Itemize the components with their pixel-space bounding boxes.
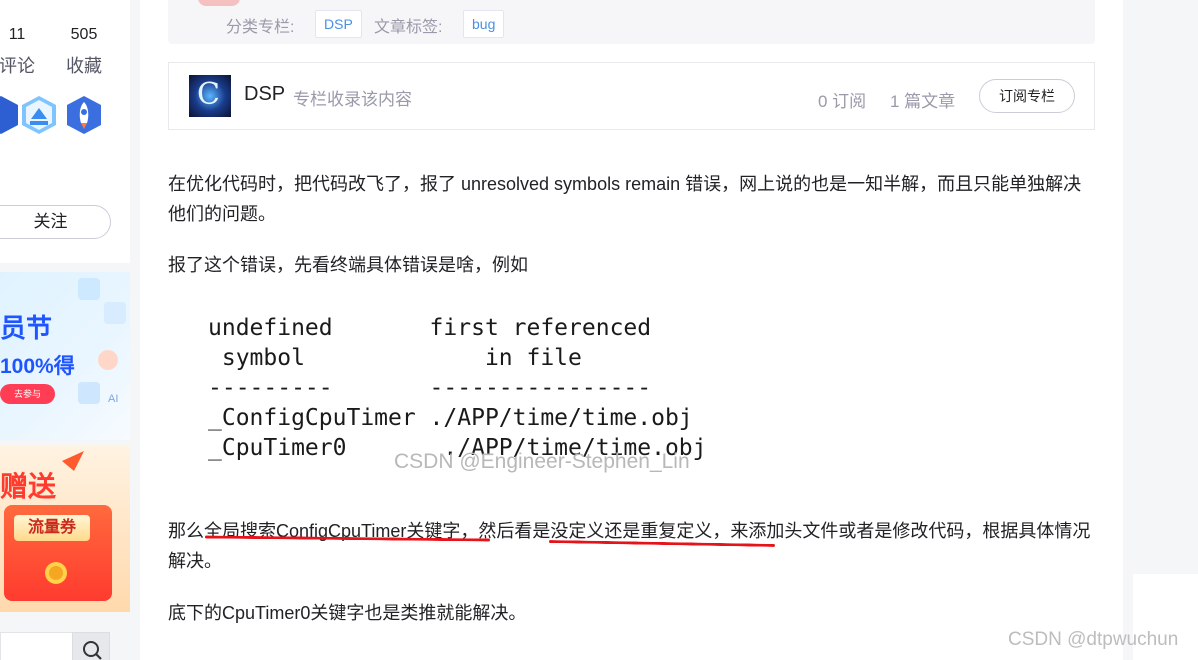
tag-label: 文章标签:: [374, 19, 443, 36]
rocket-badge-icon[interactable]: [65, 95, 103, 135]
article-main: 分类专栏: DSP 文章标签: bug C DSP 专栏收录该内容 0 订阅 1…: [140, 0, 1123, 660]
article-paragraph-1: 在优化代码时，把代码改飞了，报了 unresolved symbols rema…: [168, 174, 1082, 224]
search-icon: [83, 641, 102, 660]
column-tag[interactable]: DSP: [315, 10, 362, 38]
comments-label: 评论: [0, 56, 35, 76]
promo-1-title: 员节: [0, 313, 53, 343]
promo-1-join-button[interactable]: 去参与: [0, 384, 55, 404]
article-paragraph-3: 那么全局搜索ConfigCpuTimer关键字，然后看是没定义还是重复定义，来添…: [168, 521, 1091, 571]
column-card: C DSP 专栏收录该内容 0 订阅 1 篇文章 订阅专栏: [168, 62, 1095, 130]
blue-badge-icon[interactable]: [0, 95, 20, 135]
article-tag[interactable]: bug: [463, 10, 505, 38]
error-output-image: undefined first referenced symbol in fil…: [208, 315, 707, 461]
subscribe-column-button[interactable]: 订阅专栏: [979, 79, 1075, 113]
article-paragraph-4: 底下的CpuTimer0关键字也是类推就能解决。: [168, 603, 527, 623]
category-decoration: [198, 0, 240, 6]
search-button[interactable]: [72, 632, 110, 660]
comments-count: 11: [8, 26, 26, 43]
column-logo[interactable]: C: [189, 75, 231, 117]
promo-arrow-icon: [62, 451, 84, 471]
promo-2-envelope: 流量券: [4, 505, 112, 601]
promo-2-coupon: 流量券: [14, 515, 90, 541]
promo-banner-1[interactable]: AI 员节 100%得 去参与: [0, 272, 130, 440]
favorites-stat[interactable]: 505 收藏: [64, 26, 104, 78]
comments-stat[interactable]: 11 评论: [0, 26, 37, 78]
category-bar: 分类专栏: DSP 文章标签: bug: [168, 0, 1095, 44]
column-logo-letter: C: [197, 77, 220, 112]
column-subscribers: 0 订阅: [818, 92, 867, 111]
column-name[interactable]: DSP: [244, 83, 285, 106]
promo-decoration-icon: AI: [78, 278, 126, 405]
promo-banner-2[interactable]: 赠送 流量券: [0, 445, 130, 612]
column-label: 分类专栏:: [226, 19, 295, 36]
promo-1-subtitle: 100%得: [0, 355, 75, 378]
column-description: 专栏收录该内容: [293, 90, 412, 109]
article-paragraph-2: 报了这个错误，先看终端具体错误是啥，例如: [168, 255, 528, 275]
cloud-badge-icon[interactable]: [20, 95, 58, 135]
follow-button[interactable]: 关注: [0, 205, 111, 239]
page-watermark: CSDN @dtpwuchun: [1008, 629, 1179, 650]
image-watermark: CSDN @Engineer-Stephen_Lin: [394, 450, 690, 473]
right-gutter: [1123, 0, 1198, 660]
favorites-label: 收藏: [66, 56, 102, 76]
favorites-count: 505: [70, 26, 98, 43]
column-articles: 1 篇文章: [890, 92, 956, 111]
author-card: 11 评论 505 收藏 关注: [0, 0, 130, 263]
coin-icon: [45, 562, 67, 584]
promo-2-title: 赠送: [0, 471, 57, 502]
svg-text:AI: AI: [108, 393, 118, 405]
